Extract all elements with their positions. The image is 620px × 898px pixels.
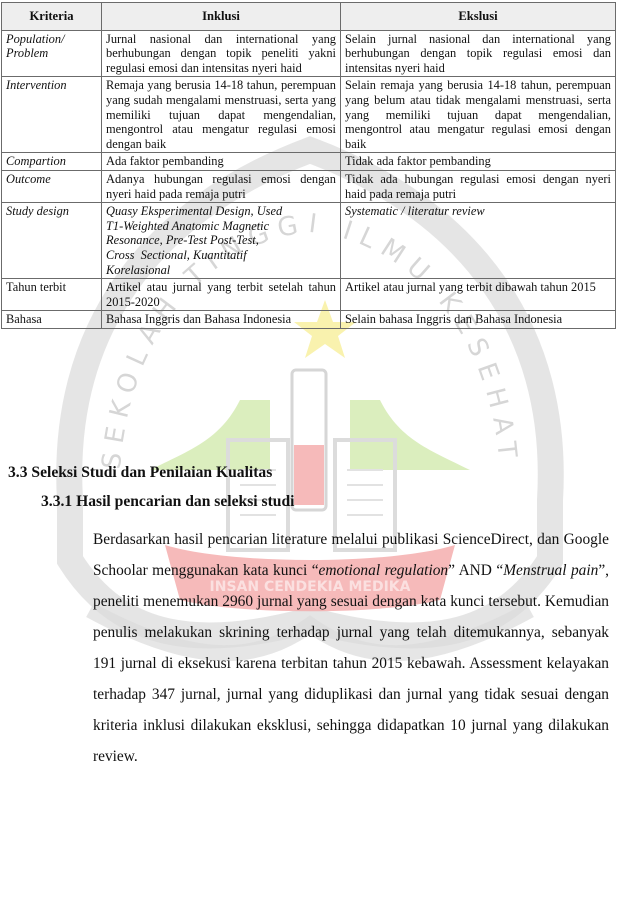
criterion-cell: Population/Problem [1, 29, 102, 78]
inclusion-cell: Bahasa Inggris dan Bahasa Indonesia [101, 310, 341, 329]
criterion-cell: Tahun terbit [1, 278, 102, 312]
table-row: Compartion Ada faktor pembanding Tidak a… [1, 152, 616, 171]
body-paragraph: Berdasarkan hasil pencarian literature m… [93, 524, 609, 772]
exclusion-cell: Tidak ada faktor pembanding [340, 152, 616, 171]
exclusion-cell: Selain jurnal nasional dan international… [340, 29, 616, 78]
paragraph-text: ”, peneliti menemukan 2960 jurnal yang s… [93, 562, 609, 765]
header-ekslusi: Ekslusi [340, 2, 616, 31]
criteria-table: Kriteria Inklusi Ekslusi Population/Prob… [1, 2, 616, 329]
exclusion-cell: Tidak ada hubungan regulasi emosi dengan… [340, 169, 616, 204]
criterion-cell: Study design [1, 202, 102, 280]
inclusion-cell: Artikel atau jurnal yang terbit setelah … [101, 278, 341, 312]
table-row: Outcome Adanya hubungan regulasi emosi d… [1, 169, 616, 204]
hill-left-icon [150, 400, 270, 470]
section-heading: 3.3 Seleksi Studi dan Penilaian Kualitas [8, 464, 273, 481]
criterion-cell: Outcome [1, 169, 102, 204]
exclusion-cell: Artikel atau jurnal yang terbit dibawah … [340, 278, 616, 312]
test-tube-icon [290, 368, 328, 512]
header-inklusi: Inklusi [101, 2, 341, 31]
criterion-cell: Intervention [1, 76, 102, 154]
table-row: Population/Problem Jurnal nasional dan i… [1, 29, 616, 78]
criterion-cell: Compartion [1, 152, 102, 171]
table-row: Study design Quasy Eksperimental Design,… [1, 202, 616, 280]
inclusion-cell: Remaja yang berusia 14-18 tahun, perempu… [101, 76, 341, 154]
inclusion-line: Korelasional [106, 262, 171, 277]
table-row: Tahun terbit Artikel atau jurnal yang te… [1, 278, 616, 312]
inclusion-cell: Ada faktor pembanding [101, 152, 341, 171]
inclusion-line: Resonance, Pre-Test Post-Test, [106, 233, 259, 248]
inclusion-line: T1-Weighted Anatomic Magnetic [106, 218, 270, 233]
criterion-text: Problem [6, 46, 49, 61]
inclusion-cell: Quasy Eksperimental Design, Used T1-Weig… [101, 202, 341, 280]
header-kriteria: Kriteria [1, 2, 102, 31]
inclusion-line: Cross Sectional, Kuantitatif [106, 247, 247, 262]
subsection-heading: 3.3.1 Hasil pencarian dan seleksi studi [41, 493, 295, 510]
inclusion-line: Quasy Eksperimental Design, Used [106, 204, 283, 219]
table-header-row: Kriteria Inklusi Ekslusi [1, 2, 616, 31]
inclusion-cell: Jurnal nasional dan international yang b… [101, 29, 341, 78]
keyword-emphasis: Menstrual pain [503, 562, 599, 579]
paragraph-text: ” AND “ [448, 562, 504, 579]
criterion-cell: Bahasa [1, 310, 102, 329]
hill-right-icon [350, 400, 470, 470]
keyword-emphasis: emotional regulation [318, 562, 449, 579]
exclusion-cell: Selain remaja yang berusia 14-18 tahun, … [340, 76, 616, 154]
table-row: Bahasa Bahasa Inggris dan Bahasa Indones… [1, 310, 616, 329]
exclusion-cell: Systematic / literatur review [340, 202, 616, 280]
table-row: Intervention Remaja yang berusia 14-18 t… [1, 76, 616, 154]
inclusion-cell: Adanya hubungan regulasi emosi dengan ny… [101, 169, 341, 204]
exclusion-cell: Selain bahasa Inggris dan Bahasa Indones… [340, 310, 616, 329]
